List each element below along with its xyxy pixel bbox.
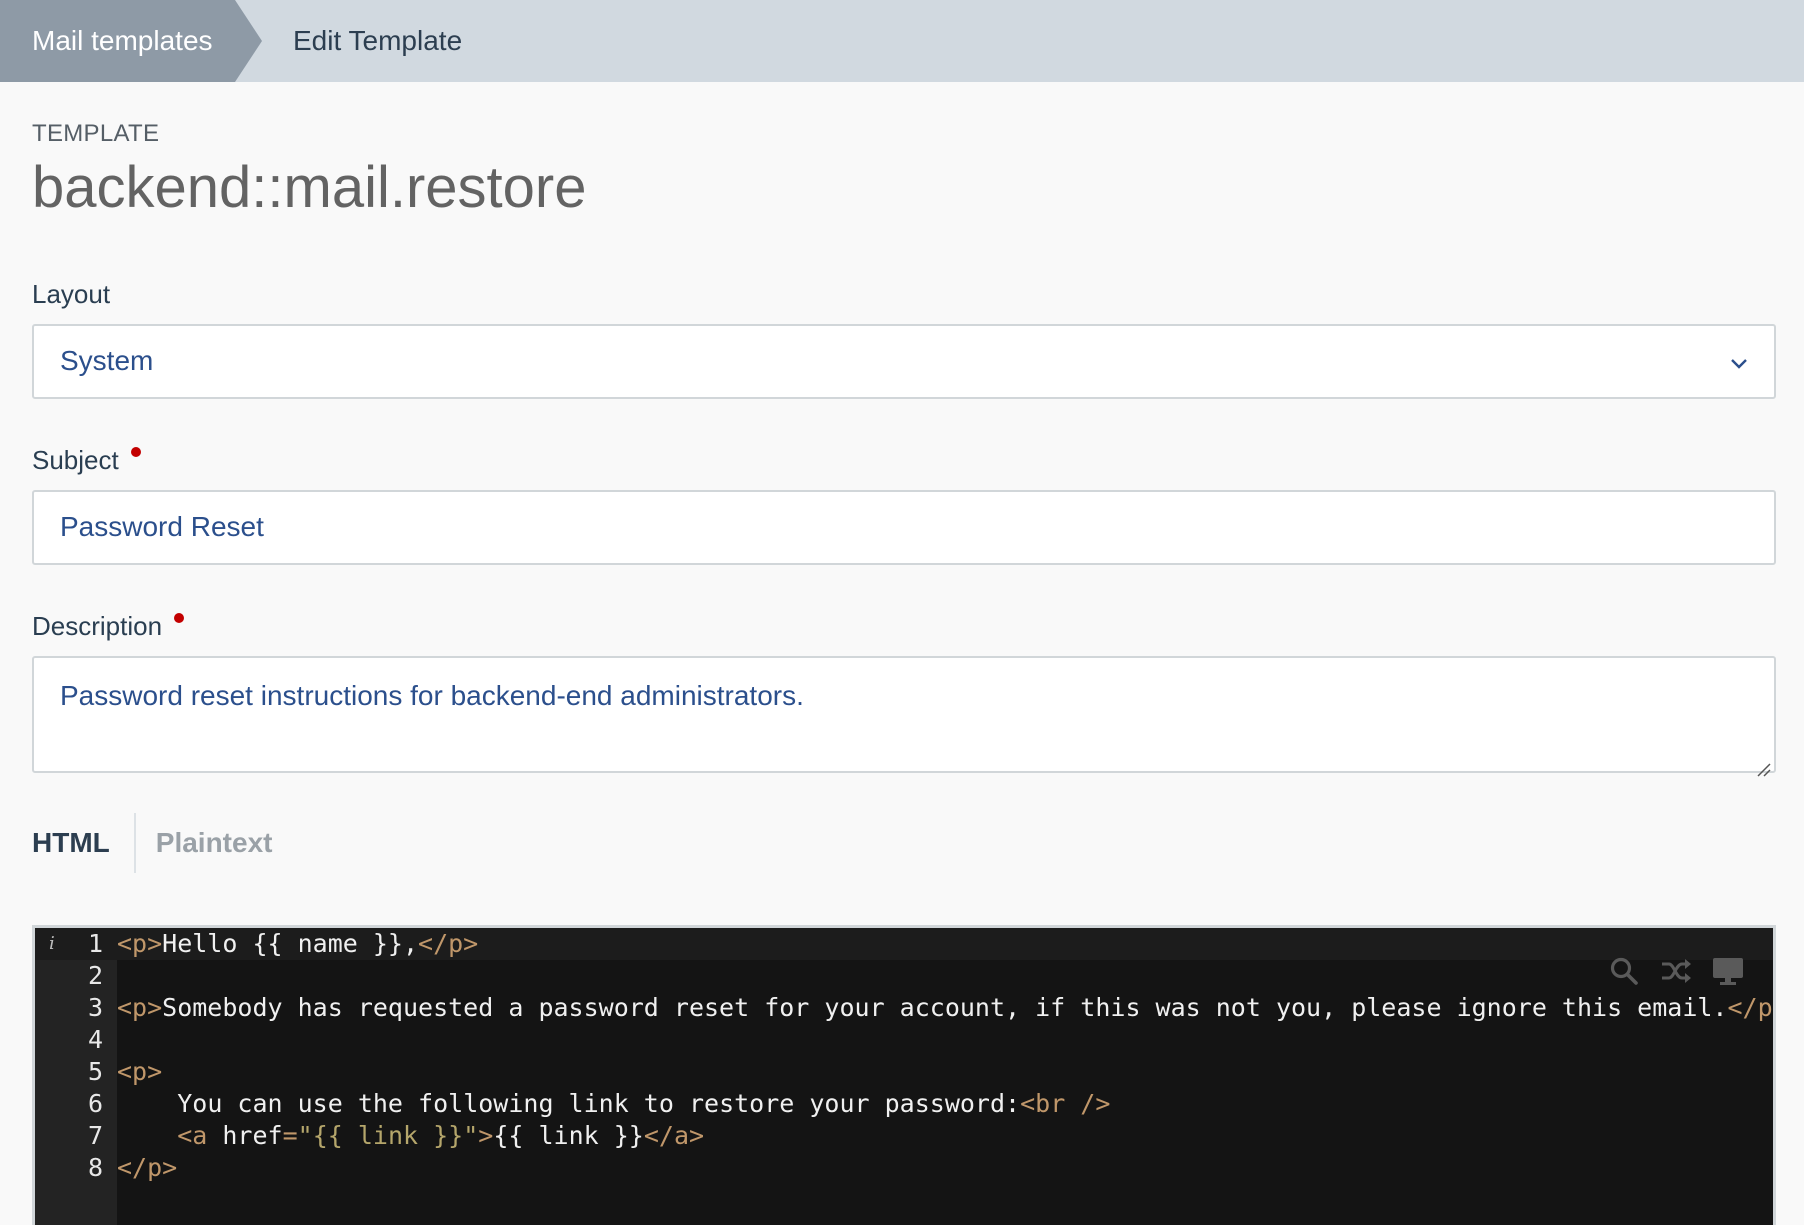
description-label: Description [32,611,1772,642]
code-tag: </p> [117,1153,178,1183]
description-label-text: Description [32,610,163,641]
code-tag: <br /> [1020,1089,1111,1119]
code-line: 5 <p> [35,1056,1773,1088]
code-tag: </p> [1727,993,1774,1023]
line-number: 5 [87,1057,103,1087]
code-string: "{{ link }}" [297,1121,479,1151]
chevron-down-icon [1730,345,1748,377]
code-operator: = [282,1121,298,1151]
code-tag: <p> [117,1057,163,1087]
subject-label: Subject [32,445,1772,476]
code-attr: href [207,1121,283,1151]
code-tag: </p> [418,929,479,959]
required-indicator [130,446,141,457]
code-tag: </a> [643,1121,705,1151]
layout-label-text: Layout [32,278,111,309]
breadcrumb-current: Edit Template [293,25,463,56]
description-textarea-value: Password reset instructions for backend-… [60,679,804,711]
code-editor[interactable]: i1 <p>Hello {{ name }},</p> 2 3 <p>Someb… [32,924,1776,1225]
tab-html[interactable]: HTML [32,812,136,873]
subject-label-text: Subject [32,444,119,475]
code-line: 6 You can use the following link to rest… [35,1088,1773,1120]
editor-toolbar [1607,954,1745,988]
layout-select[interactable]: System [32,323,1776,399]
code-content: Somebody has requested a password reset … [162,993,1728,1023]
line-number: 7 [87,1121,103,1151]
code-text: <a href="{{ link }}">{{ link }}</a> [117,1121,704,1150]
subject-input[interactable]: Password Reset [32,489,1776,565]
shuffle-icon[interactable] [1659,954,1693,988]
code-line: 4 [35,1024,1773,1056]
line-number: 8 [87,1153,103,1183]
resize-handle-icon[interactable] [1756,753,1772,777]
code-line: 2 [35,960,1773,992]
info-icon: i [49,933,55,955]
form-content: TEMPLATE backend::mail.restore Layout Sy… [0,120,1804,1225]
code-content: You can use the following link to restor… [177,1089,1021,1119]
line-number: 4 [87,1025,103,1055]
code-line: 3 <p>Somebody has requested a password r… [35,992,1773,1024]
line-number: i1 [35,929,117,958]
template-label: TEMPLATE [32,120,160,147]
line-number: 3 [87,993,103,1023]
subject-input-value: Password Reset [60,511,264,543]
code-text: <p> [117,1057,162,1086]
code-text: </p> [117,1153,177,1182]
tab-plaintext[interactable]: Plaintext [136,813,273,873]
code-text: <p>Somebody has requested a password res… [117,993,1774,1023]
layout-select-value: System [60,345,154,377]
content-tabs: HTML Plaintext [32,812,1772,873]
page-title: backend::mail.restore [32,155,587,220]
code-line: i1 <p>Hello {{ name }},</p> [35,927,1773,960]
code-text: <p>Hello {{ name }},</p> [117,929,478,958]
breadcrumb-mail-templates-link[interactable]: Mail templates [0,0,262,82]
description-textarea[interactable]: Password reset instructions for backend-… [32,655,1776,777]
required-indicator [174,612,185,623]
code-line: 7 <a href="{{ link }}">{{ link }}</a> [35,1120,1773,1152]
editor-lines: i1 <p>Hello {{ name }},</p> 2 3 <p>Someb… [35,927,1773,1184]
breadcrumb: Mail templates Edit Template [0,0,1804,82]
line-number: 6 [87,1089,103,1119]
code-tag: <p> [117,929,163,959]
code-content: {{ link }} [493,1121,644,1151]
fullscreen-icon[interactable] [1711,954,1745,988]
code-content: Hello {{ name }}, [162,929,419,959]
code-text: You can use the following link to restor… [117,1089,1110,1118]
code-tag: <a [177,1121,208,1151]
code-tag: > [478,1121,494,1151]
line-number-text: 1 [87,929,103,959]
layout-label: Layout [32,279,1772,310]
search-icon[interactable] [1607,954,1641,988]
code-tag: <p> [117,993,163,1023]
code-line: 8 </p> [35,1152,1773,1184]
line-number: 2 [87,961,103,991]
